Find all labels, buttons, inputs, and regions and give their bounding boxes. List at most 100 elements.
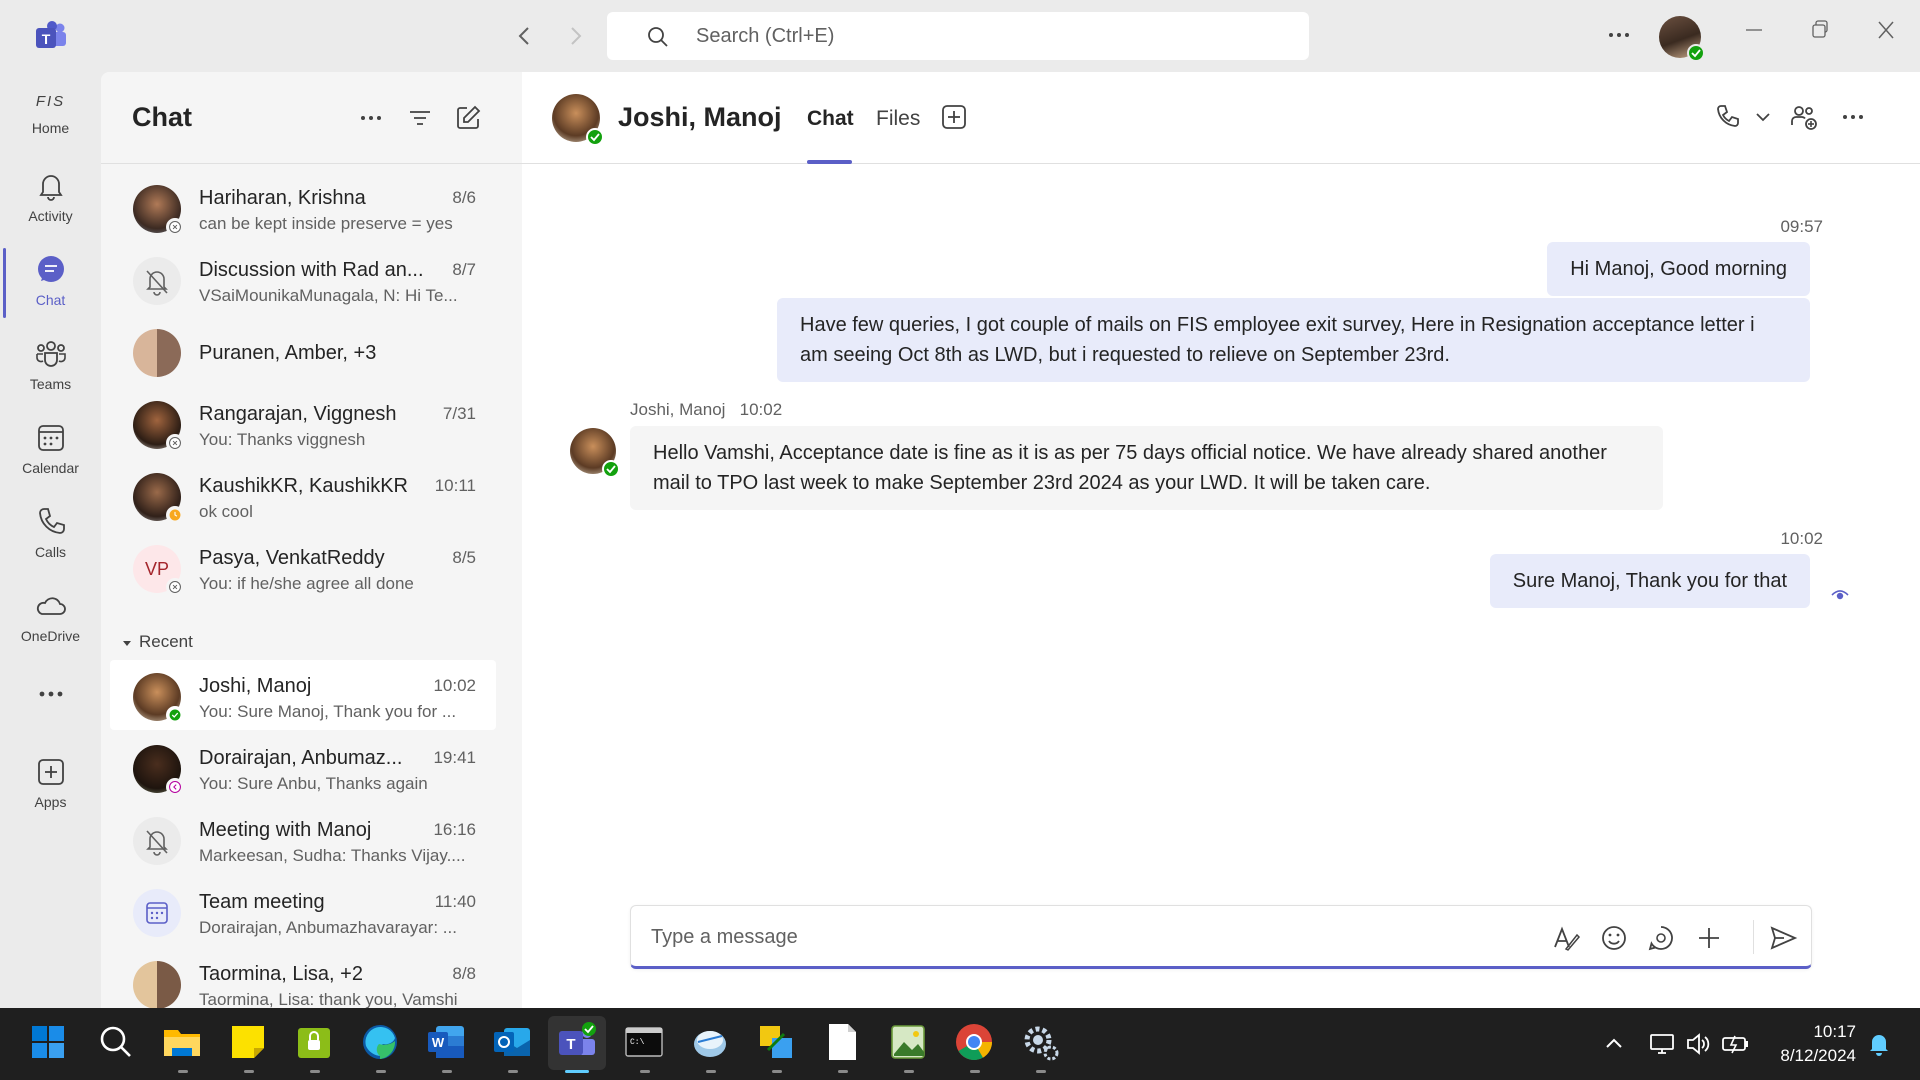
tab-files[interactable]: Files — [876, 107, 920, 131]
teams-logo-icon[interactable]: T — [34, 20, 68, 52]
sticky-notes-icon[interactable] — [226, 1020, 270, 1064]
avatar-initials: VP — [144, 559, 169, 579]
loop-icon[interactable] — [1646, 923, 1676, 953]
chat-item-preview: You: Sure Manoj, Thank you for ... — [199, 702, 457, 721]
volume-icon[interactable] — [1684, 1030, 1712, 1058]
taskbar-running-indicator — [904, 1070, 914, 1073]
chat-item-kaushikkr[interactable]: KaushikKR, KaushikKR 10:11 ok cool — [110, 460, 496, 530]
sender-avatar[interactable] — [570, 428, 620, 478]
my-message-bubble[interactable]: Hi Manoj, Good morning — [1547, 242, 1810, 296]
search-icon[interactable] — [94, 1020, 138, 1064]
rail-item-apps[interactable]: Apps — [0, 754, 101, 834]
chat-item-preview: Dorairajan, Anbumazhavarayar: ... — [199, 918, 457, 937]
network-icon[interactable] — [1648, 1030, 1676, 1058]
avatar — [133, 889, 181, 937]
chevron-down-icon[interactable] — [1748, 102, 1778, 132]
rail-item-chat[interactable]: Chat — [0, 252, 101, 332]
avatar — [133, 473, 184, 524]
chat-item-time: 11:40 — [434, 892, 476, 911]
presence-offline-icon — [166, 434, 184, 452]
recent-section-header[interactable]: Recent — [121, 632, 193, 652]
taskbar-running-indicator — [1036, 1070, 1046, 1073]
more-options-icon[interactable] — [1838, 102, 1868, 132]
add-tab-icon[interactable] — [939, 102, 969, 132]
conversation-header: Joshi, Manoj Chat Files — [522, 72, 1920, 164]
clock-time[interactable]: 10:17 — [1813, 1022, 1856, 1042]
outlook-icon[interactable] — [490, 1020, 534, 1064]
rail-item-activity[interactable]: Activity — [0, 168, 101, 248]
search-input[interactable]: Search (Ctrl+E) — [607, 12, 1309, 60]
network-drive-icon[interactable] — [688, 1020, 732, 1064]
chat-item-puranen[interactable]: Puranen, Amber, +3 — [110, 316, 496, 386]
caret-down-icon — [123, 640, 131, 646]
their-message-bubble[interactable]: Hello Vamshi, Acceptance date is fine as… — [630, 426, 1663, 510]
message-timestamp: 09:57 — [1780, 217, 1823, 236]
close-button[interactable] — [1866, 18, 1906, 49]
chat-item-joshi[interactable]: Joshi, Manoj 10:02 You: Sure Manoj, Than… — [110, 660, 496, 730]
windows-start-icon[interactable] — [26, 1020, 70, 1064]
clock-date[interactable]: 8/12/2024 — [1780, 1046, 1856, 1066]
chevron-up-icon[interactable] — [1602, 1032, 1626, 1056]
chat-item-dorairajan[interactable]: Dorairajan, Anbumaz... 19:41 You: Sure A… — [110, 732, 496, 802]
more-options-icon[interactable] — [357, 104, 385, 132]
presence-away-icon — [166, 506, 184, 524]
my-message-bubble[interactable]: Sure Manoj, Thank you for that — [1489, 554, 1810, 608]
message-compose-box[interactable]: Type a message — [630, 905, 1812, 969]
rail-item-onedrive[interactable]: OneDrive — [0, 588, 101, 668]
chat-item-discussion[interactable]: Discussion with Rad an... 8/7 VSaiMounik… — [110, 244, 496, 314]
chat-item-taormina[interactable]: Taormina, Lisa, +2 8/8 Taormina, Lisa: t… — [110, 948, 496, 1008]
settings-more-icon[interactable] — [1606, 22, 1632, 54]
send-icon[interactable] — [1768, 923, 1798, 953]
terminal-icon[interactable]: C:\ — [622, 1020, 666, 1064]
group-avatar — [133, 329, 181, 377]
search-placeholder: Search (Ctrl+E) — [696, 25, 835, 47]
settings-gear-icon[interactable] — [1018, 1020, 1062, 1064]
chat-item-name: Dorairajan, Anbumaz... — [199, 747, 403, 769]
chrome-icon[interactable] — [952, 1020, 996, 1064]
meeting-calendar-icon — [146, 902, 168, 924]
teams-taskbar-button[interactable]: T — [548, 1016, 606, 1070]
notification-bell-icon[interactable] — [1866, 1030, 1892, 1058]
contact-avatar[interactable] — [552, 94, 604, 146]
rail-item-home[interactable]: FIS Home — [0, 90, 101, 170]
taskbar-running-indicator — [706, 1070, 716, 1073]
back-arrow-icon[interactable] — [512, 22, 538, 50]
chat-item-rangarajan[interactable]: Rangarajan, Viggnesh 7/31 You: Thanks vi… — [110, 388, 496, 458]
security-app-icon[interactable] — [292, 1020, 336, 1064]
restore-button[interactable] — [1800, 18, 1840, 49]
rail-item-teams[interactable]: Teams — [0, 336, 101, 416]
format-icon[interactable] — [1551, 923, 1581, 953]
remote-app-icon[interactable] — [754, 1020, 798, 1064]
battery-charging-icon[interactable] — [1720, 1030, 1750, 1058]
forward-arrow-icon[interactable] — [562, 22, 588, 50]
emoji-icon[interactable] — [1599, 923, 1629, 953]
call-icon[interactable] — [1712, 102, 1742, 132]
word-icon[interactable]: W — [424, 1020, 468, 1064]
chat-item-name: Joshi, Manoj — [199, 675, 312, 697]
chat-list-header: Chat — [101, 72, 522, 164]
rail-item-calls[interactable]: Calls — [0, 504, 101, 584]
chat-item-pasya[interactable]: VP Pasya, VenkatReddy 8/5 You: if he/she… — [110, 532, 496, 602]
rail-more-button[interactable] — [0, 676, 101, 716]
image-viewer-icon[interactable] — [886, 1020, 930, 1064]
chat-item-time: 16:16 — [433, 820, 476, 839]
my-message-bubble[interactable]: Have few queries, I got couple of mails … — [777, 298, 1810, 382]
chat-item-time: 10:02 — [433, 676, 476, 695]
profile-avatar[interactable] — [1659, 16, 1705, 62]
chat-item-hariharan[interactable]: Hariharan, Krishna 8/6 can be kept insid… — [110, 172, 496, 242]
file-explorer-icon[interactable] — [160, 1020, 204, 1064]
filter-icon[interactable] — [406, 104, 434, 132]
tab-chat[interactable]: Chat — [807, 107, 854, 131]
notepad-file-icon[interactable] — [820, 1020, 864, 1064]
minimize-button[interactable] — [1734, 18, 1774, 49]
chat-item-time: 8/8 — [452, 964, 476, 983]
add-people-icon[interactable] — [1789, 102, 1819, 132]
edge-browser-icon[interactable] — [358, 1020, 402, 1064]
plus-icon[interactable] — [1694, 923, 1724, 953]
chat-item-meeting-manoj[interactable]: Meeting with Manoj 16:16 Markeesan, Sudh… — [110, 804, 496, 874]
presence-available-icon — [586, 128, 604, 146]
chat-item-team-meeting[interactable]: Team meeting 11:40 Dorairajan, Anbumazha… — [110, 876, 496, 946]
new-chat-icon[interactable] — [454, 104, 482, 132]
taskbar-running-indicator — [772, 1070, 782, 1073]
rail-item-calendar[interactable]: Calendar — [0, 420, 101, 500]
